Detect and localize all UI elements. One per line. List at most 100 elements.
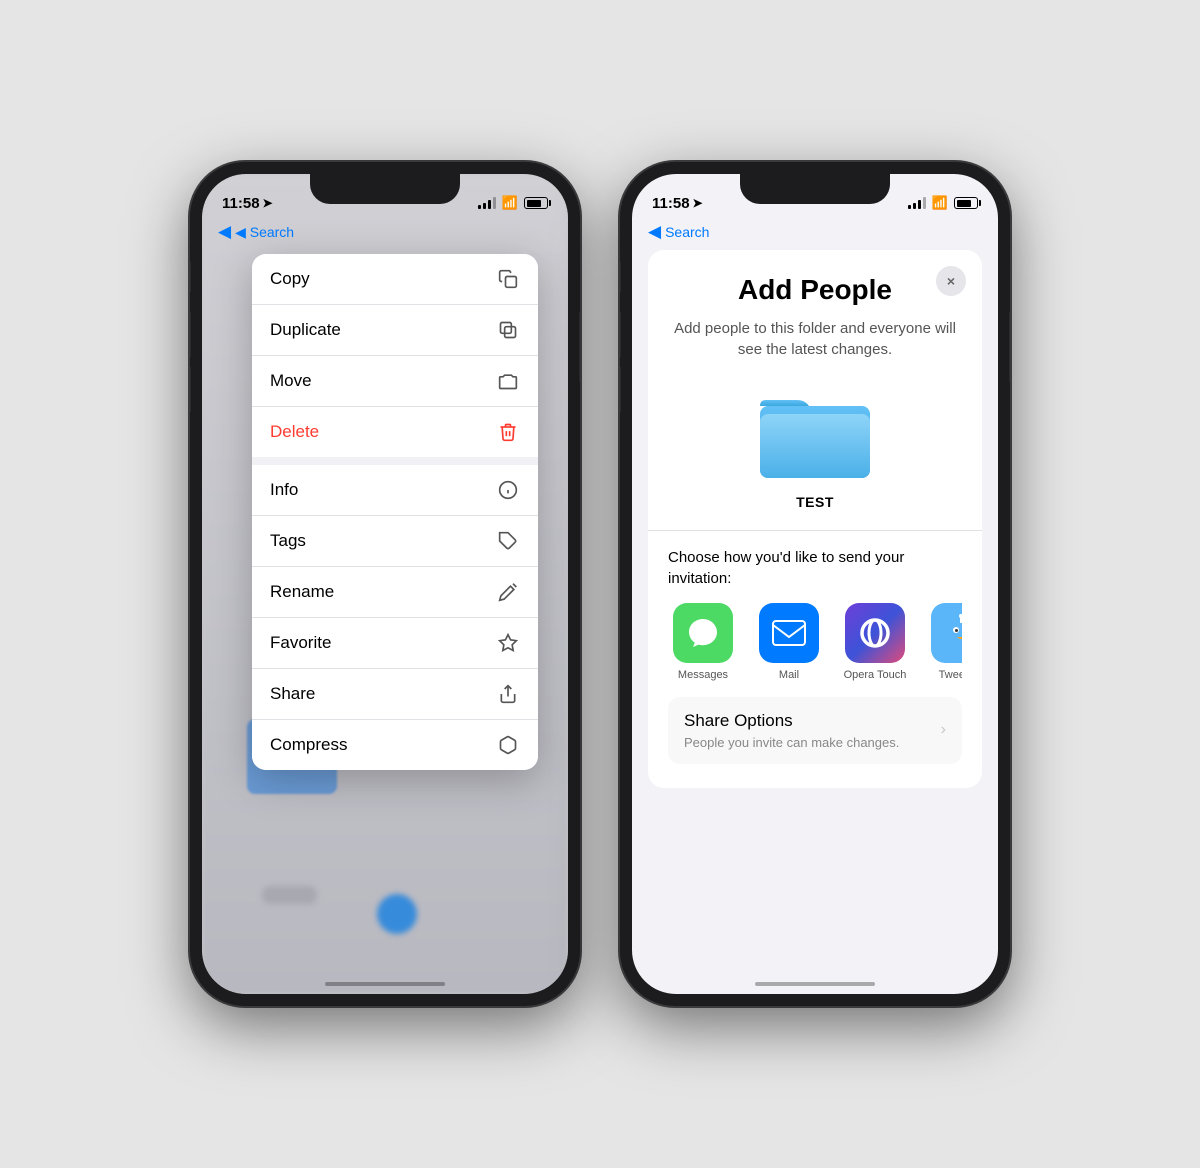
move-icon (496, 369, 520, 393)
menu-group-2: Info Tags (252, 465, 538, 770)
back-button-2[interactable]: ◀ Search (648, 222, 982, 242)
menu-item-compress[interactable]: Compress (252, 720, 538, 770)
add-people-modal: × Add People Add people to this folder a… (648, 250, 982, 788)
chevron-right-icon: › (941, 721, 946, 739)
rename-label: Rename (270, 582, 334, 602)
power-button (579, 312, 580, 382)
section-divider (648, 530, 982, 531)
mail-app-icon (759, 603, 819, 663)
back-chevron-icon-2: ◀ (648, 222, 661, 242)
signal-icon (478, 197, 496, 209)
menu-item-tags[interactable]: Tags (252, 516, 538, 567)
app-grid: Messages Mail (668, 603, 962, 681)
phone-2: 11:58 ➤ 📶 ◀ Search (620, 162, 1010, 1006)
move-label: Move (270, 371, 312, 391)
silent-switch-2 (620, 262, 621, 292)
volume-down-button (190, 367, 191, 412)
delete-label: Delete (270, 422, 319, 442)
share-options-title: Share Options (684, 711, 899, 731)
status-icons: 📶 (478, 195, 548, 211)
phone-1: 11:58 ➤ 📶 ◀ ◀ Search (190, 162, 580, 1006)
app-item-opera[interactable]: Opera Touch (840, 603, 910, 681)
share-options[interactable]: Share Options People you invite can make… (668, 697, 962, 764)
delete-icon (496, 420, 520, 444)
copy-icon (496, 267, 520, 291)
folder-name: TEST (796, 494, 834, 510)
pencil-icon (496, 580, 520, 604)
messages-app-icon (673, 603, 733, 663)
menu-item-duplicate[interactable]: Duplicate (252, 305, 538, 356)
menu-item-favorite[interactable]: Favorite (252, 618, 538, 669)
volume-up-button (190, 312, 191, 357)
phone1-screen: 11:58 ➤ 📶 ◀ ◀ Search (202, 174, 568, 994)
menu-item-rename[interactable]: Rename (252, 567, 538, 618)
compress-icon (496, 733, 520, 757)
tweetbot-app-icon (931, 603, 962, 663)
copy-label: Copy (270, 269, 310, 289)
messages-label: Messages (678, 669, 728, 681)
app-item-tweetbot[interactable]: Tweetbot (926, 603, 962, 681)
share-options-subtitle: People you invite can make changes. (684, 735, 899, 750)
compress-label: Compress (270, 735, 347, 755)
signal-icon-2 (908, 197, 926, 209)
wifi-icon-2: 📶 (932, 195, 948, 211)
bg-text1 (262, 886, 317, 904)
duplicate-icon (496, 318, 520, 342)
notch-2 (740, 174, 890, 204)
power-button-2 (1009, 312, 1010, 382)
duplicate-label: Duplicate (270, 320, 341, 340)
favorite-label: Favorite (270, 633, 331, 653)
close-button[interactable]: × (936, 266, 966, 296)
back-chevron-icon: ◀ (218, 222, 231, 242)
context-menu: Copy Duplicate (252, 254, 538, 770)
back-label-2: Search (665, 224, 709, 240)
share-options-text: Share Options People you invite can make… (684, 711, 899, 750)
info-icon (496, 478, 520, 502)
wifi-icon: 📶 (502, 195, 518, 211)
nav-bar-2: ◀ Search (632, 218, 998, 250)
phone2-screen: 11:58 ➤ 📶 ◀ Search (632, 174, 998, 994)
tweetbot-label: Tweetbot (939, 669, 962, 681)
location-arrow-icon-2: ➤ (693, 196, 703, 210)
menu-item-move[interactable]: Move (252, 356, 538, 407)
menu-item-copy[interactable]: Copy (252, 254, 538, 305)
location-arrow-icon: ➤ (263, 196, 273, 210)
tags-label: Tags (270, 531, 306, 551)
tag-icon (496, 529, 520, 553)
info-label: Info (270, 480, 298, 500)
nav-bar: ◀ ◀ Search (202, 218, 568, 250)
menu-separator (252, 457, 538, 465)
folder-container: TEST (668, 384, 962, 510)
volume-up-button-2 (620, 312, 621, 357)
home-indicator (325, 982, 445, 986)
battery-icon (524, 197, 548, 209)
home-indicator-2 (755, 982, 875, 986)
app-item-mail[interactable]: Mail (754, 603, 824, 681)
invitation-label: Choose how you'd like to send your invit… (668, 547, 962, 589)
opera-app-icon (845, 603, 905, 663)
bg-dot (377, 894, 417, 934)
battery-icon-2 (954, 197, 978, 209)
star-icon (496, 631, 520, 655)
app-item-messages[interactable]: Messages (668, 603, 738, 681)
modal-title: Add People (668, 274, 962, 306)
status-time: 11:58 ➤ (222, 195, 273, 212)
menu-group-1: Copy Duplicate (252, 254, 538, 457)
menu-item-delete[interactable]: Delete (252, 407, 538, 457)
volume-down-button-2 (620, 367, 621, 412)
back-label: ◀ Search (235, 224, 294, 241)
back-button[interactable]: ◀ ◀ Search (218, 222, 552, 242)
folder-icon-large (755, 384, 875, 484)
status-time-2: 11:58 ➤ (652, 195, 703, 212)
silent-switch (190, 262, 191, 292)
share-label: Share (270, 684, 315, 704)
opera-label: Opera Touch (844, 669, 907, 681)
modal-subtitle: Add people to this folder and everyone w… (668, 318, 962, 360)
share-options-row: Share Options People you invite can make… (684, 711, 946, 750)
share-icon (496, 682, 520, 706)
status-icons-2: 📶 (908, 195, 978, 211)
notch (310, 174, 460, 204)
menu-item-share[interactable]: Share (252, 669, 538, 720)
menu-item-info[interactable]: Info (252, 465, 538, 516)
mail-label: Mail (779, 669, 799, 681)
